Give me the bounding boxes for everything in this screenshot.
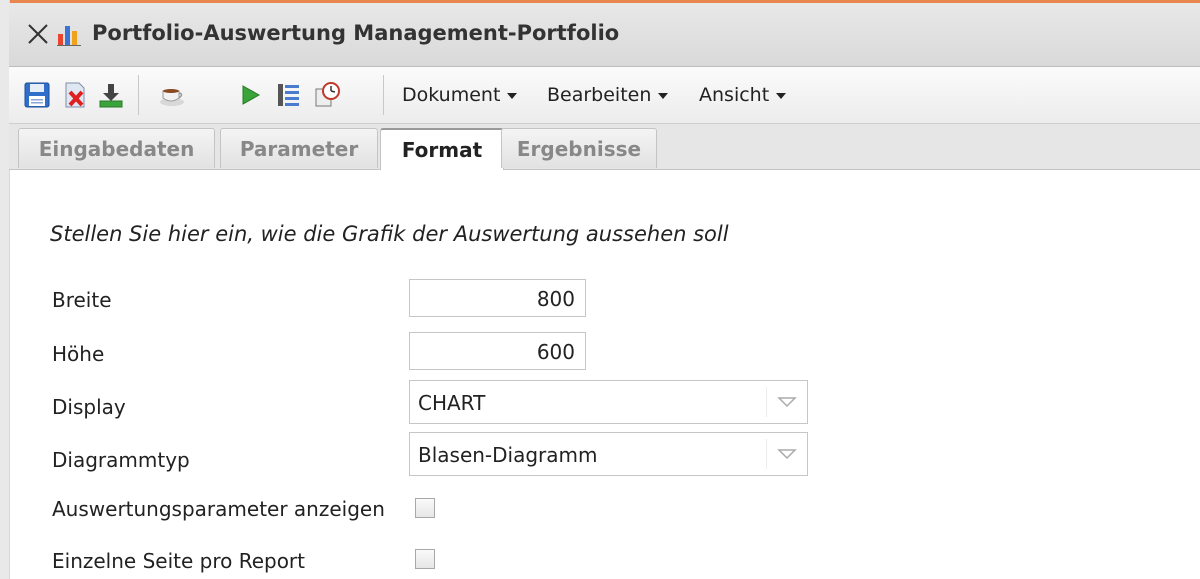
hoehe-label: Höhe [52,342,105,366]
format-instructions: Stellen Sie hier ein, wie die Grafik der… [50,222,729,246]
menu-dokument[interactable]: Dokument [402,84,518,106]
toolbar: Dokument Bearbeiten Ansicht [9,67,1200,124]
coffee-icon[interactable] [158,81,186,109]
display-select-value: CHART [418,391,486,415]
dropdown-arrow-icon[interactable] [777,446,797,462]
breite-input[interactable]: 800 [409,279,586,317]
diagrammtyp-label: Diagrammtyp [52,448,190,472]
caret-down-icon [658,92,669,99]
diagrammtyp-select[interactable]: Blasen-Diagramm [409,432,808,476]
dropdown-arrow-icon[interactable] [777,394,797,410]
tab-parameter[interactable]: Parameter [220,128,378,168]
einzelne-seite-label: Einzelne Seite pro Report [52,549,305,573]
save-icon[interactable] [23,81,51,109]
breite-label: Breite [52,288,112,312]
display-label: Display [52,395,126,419]
menu-bearbeiten[interactable]: Bearbeiten [547,84,669,106]
toolbar-separator [383,75,384,115]
caret-down-icon [507,92,518,99]
title-bar: Portfolio-Auswertung Management-Portfoli… [9,3,1200,67]
window-title: Portfolio-Auswertung Management-Portfoli… [92,21,620,45]
tab-format[interactable]: Format [380,128,504,170]
diagrammtyp-select-value: Blasen-Diagramm [418,443,598,467]
hoehe-input[interactable]: 600 [409,332,586,370]
tab-ergebnisse[interactable]: Ergebnisse [501,128,657,168]
run-icon[interactable] [237,81,265,109]
schedule-icon[interactable] [313,81,341,109]
auswertungsparameter-label: Auswertungsparameter anzeigen [52,497,385,521]
delete-document-icon[interactable] [61,81,89,109]
menu-ansicht[interactable]: Ansicht [699,84,787,106]
caret-down-icon [776,92,787,99]
menu-ansicht-label: Ansicht [699,84,770,106]
select-divider [766,439,767,469]
auswertungsparameter-checkbox[interactable] [415,498,435,518]
select-divider [766,387,767,417]
display-select[interactable]: CHART [409,380,808,424]
toolbar-separator [138,75,139,115]
download-icon[interactable] [97,81,125,109]
list-icon[interactable] [275,81,303,109]
close-icon[interactable] [27,23,49,45]
tab-eingabedaten[interactable]: Eingabedaten [18,128,215,168]
menu-dokument-label: Dokument [402,84,501,106]
tab-strip: Eingabedaten Parameter Format Ergebnisse [9,124,1200,170]
einzelne-seite-checkbox[interactable] [415,549,435,569]
chart-app-icon [57,26,81,46]
menu-bearbeiten-label: Bearbeiten [547,84,652,106]
